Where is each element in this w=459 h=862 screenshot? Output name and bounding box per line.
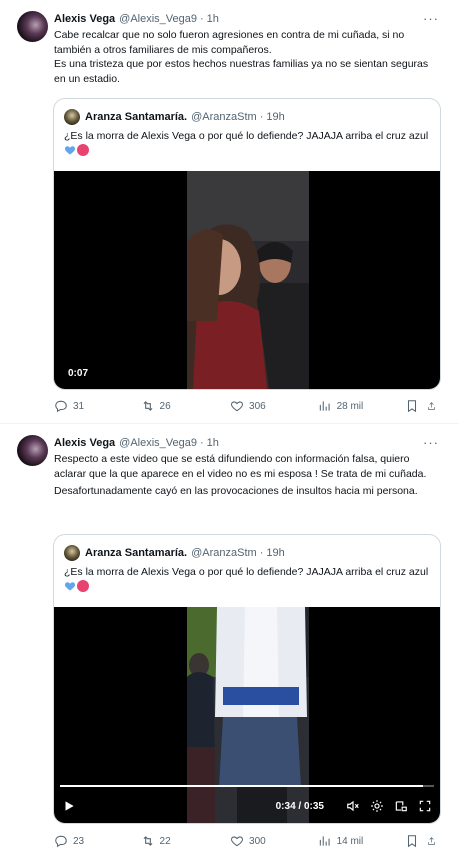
timeline: Alexis Vega @Alexis_Vega9 · 1h ··· Cabe … (0, 0, 459, 862)
tweet[interactable]: Alexis Vega @Alexis_Vega9 · 1h ··· Respe… (0, 424, 459, 862)
share-button[interactable] (427, 399, 441, 413)
tweet-paragraph: Cabe recalcar que no solo fueron agresio… (54, 29, 405, 56)
quote-author-handle: @AranzaStm (191, 111, 257, 123)
separator-dot: · (199, 437, 204, 449)
share-icon (428, 402, 435, 410)
tweet-header: Alexis Vega @Alexis_Vega9 · 1h (54, 11, 439, 27)
reply-button[interactable]: 23 (54, 834, 141, 848)
author-handle[interactable]: @Alexis_Vega9 (119, 437, 197, 449)
video-progress-bar[interactable] (60, 785, 434, 787)
author-name[interactable]: Alexis Vega (54, 437, 115, 449)
quote-header: Aranza Santamaría. @AranzaStm · 19h (64, 109, 285, 125)
like-count: 306 (249, 400, 266, 412)
quote-avatar (64, 109, 80, 125)
retweet-button[interactable]: 22 (141, 834, 231, 848)
views-icon (319, 401, 330, 411)
views-icon (319, 836, 330, 846)
quote-avatar (64, 545, 80, 561)
share-button[interactable] (427, 834, 441, 848)
tweet-time[interactable]: 1h (207, 437, 219, 449)
retweet-count: 22 (159, 835, 171, 847)
video-controls-row: 0:34 / 0:35 (62, 797, 432, 815)
video-time: 0:34 / 0:35 (275, 800, 324, 812)
retweet-count: 26 (159, 400, 171, 412)
quoted-tweet[interactable]: Aranza Santamaría. @AranzaStm · 19h ¿Es … (53, 98, 441, 390)
author-name[interactable]: Alexis Vega (54, 13, 115, 25)
blue-heart-icon (64, 582, 76, 591)
tweet[interactable]: Alexis Vega @Alexis_Vega9 · 1h ··· Cabe … (0, 0, 459, 424)
quote-time: 19h (266, 547, 285, 559)
tweet-text: Respecto a este video que se está difund… (54, 452, 441, 499)
share-icon (428, 837, 435, 845)
retweet-icon (143, 401, 152, 411)
retweet-button[interactable]: 26 (141, 399, 231, 413)
tweet-text: Cabe recalcar que no solo fueron agresio… (54, 28, 441, 86)
play-icon (65, 801, 74, 811)
heart-icon (231, 836, 244, 847)
views-button[interactable]: 14 mil (318, 834, 406, 848)
fullscreen-icon (419, 800, 431, 812)
views-count: 28 mil (336, 400, 364, 412)
like-button[interactable]: 306 (230, 399, 318, 413)
avatar[interactable] (17, 435, 48, 466)
video-thumbnail (187, 171, 309, 389)
video-frame (187, 171, 309, 389)
tweet-paragraph: Desafortunadamente cayó en las provocaci… (54, 485, 418, 497)
pip-icon (395, 801, 407, 812)
mute-button[interactable] (346, 799, 360, 813)
gear-icon (371, 800, 383, 812)
quote-text: ¿Es la morra de Alexis Vega o por qué lo… (64, 565, 430, 595)
bookmark-icon (408, 835, 417, 848)
views-count: 14 mil (336, 835, 364, 847)
more-icon[interactable]: ··· (423, 11, 439, 26)
quote-text: ¿Es la morra de Alexis Vega o por qué lo… (64, 129, 430, 159)
bookmark-button[interactable] (405, 834, 427, 848)
reply-icon (55, 400, 67, 413)
tweet-actions: 31 26 306 28 mil (54, 397, 441, 415)
tweet-paragraph: Es una tristeza que por estos hechos nue… (54, 58, 429, 85)
views-button[interactable]: 28 mil (318, 399, 406, 413)
quote-author-name: Aranza Santamaría. (85, 547, 188, 559)
bookmark-icon (408, 400, 417, 413)
reply-icon (55, 835, 67, 848)
quote-text-content: ¿Es la morra de Alexis Vega o por qué lo… (64, 130, 429, 142)
reply-count: 31 (73, 400, 85, 412)
tweet-header: Alexis Vega @Alexis_Vega9 · 1h (54, 435, 439, 451)
avatar[interactable] (17, 11, 48, 42)
video-player[interactable]: 0:34 / 0:35 (54, 607, 440, 823)
tweet-time[interactable]: 1h (207, 13, 219, 25)
video-player[interactable]: 0:07 (54, 171, 440, 389)
more-icon[interactable]: ··· (423, 435, 439, 450)
reply-count: 23 (73, 835, 85, 847)
quote-author-name: Aranza Santamaría. (85, 111, 188, 123)
quote-text-content: ¿Es la morra de Alexis Vega o por qué lo… (64, 566, 429, 578)
blue-heart-icon (64, 146, 76, 155)
separator-dot: · (259, 547, 264, 559)
like-button[interactable]: 300 (230, 834, 318, 848)
quote-time: 19h (266, 111, 285, 123)
video-counter: 0:07 (68, 368, 89, 379)
author-handle[interactable]: @Alexis_Vega9 (119, 13, 197, 25)
quote-header: Aranza Santamaría. @AranzaStm · 19h (64, 545, 285, 561)
mute-icon (347, 800, 359, 812)
heart-emoji-icon (77, 144, 89, 156)
settings-button[interactable] (370, 799, 384, 813)
play-button[interactable] (62, 799, 76, 813)
heart-emoji-icon (77, 580, 89, 592)
heart-icon (231, 401, 244, 412)
separator-dot: · (199, 13, 204, 25)
video-progress-fill (60, 785, 423, 787)
quoted-tweet[interactable]: Aranza Santamaría. @AranzaStm · 19h ¿Es … (53, 534, 441, 824)
bookmark-button[interactable] (405, 399, 427, 413)
pip-button[interactable] (394, 799, 408, 813)
quote-author-handle: @AranzaStm (191, 547, 257, 559)
like-count: 300 (249, 835, 266, 847)
tweet-paragraph: Respecto a este video que se está difund… (54, 453, 427, 480)
separator-dot: · (259, 111, 264, 123)
video-controls: 0:34 / 0:35 (54, 783, 440, 823)
reply-button[interactable]: 31 (54, 399, 141, 413)
tweet-actions: 23 22 300 14 mil (54, 832, 441, 850)
fullscreen-button[interactable] (418, 799, 432, 813)
retweet-icon (143, 836, 152, 846)
